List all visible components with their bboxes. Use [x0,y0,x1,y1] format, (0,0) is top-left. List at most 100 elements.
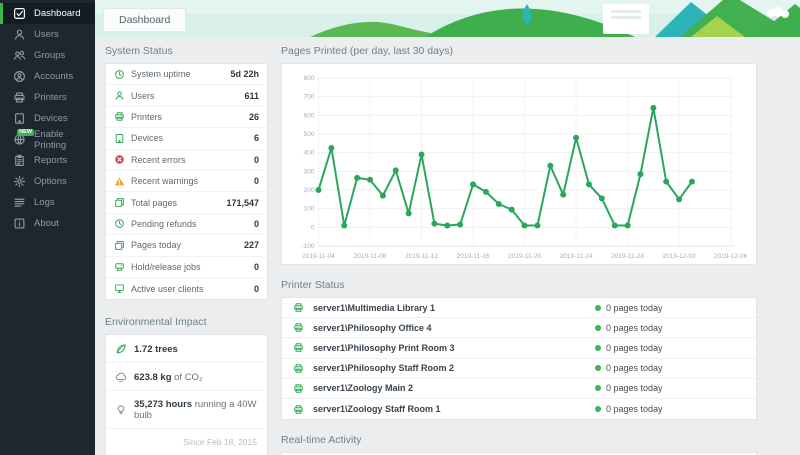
sidebar-item-users[interactable]: Users [0,24,95,45]
status-label: Users [131,90,155,101]
printer-pages-today: 0 pages today [606,383,663,394]
new-badge: NEW [17,129,34,136]
realtime-activity-heading: Real-time Activity [281,434,362,447]
printer-name: server1\Philosophy Print Room 3 [313,342,455,353]
sidebar-item-logs[interactable]: Logs [0,192,95,213]
printer-pages-today: 0 pages today [606,322,663,333]
devices-icon [15,113,24,124]
sidebar-item-label: Users [34,29,59,40]
svg-text:200: 200 [304,187,315,194]
svg-text:0: 0 [311,224,315,231]
sidebar-item-label: Devices [34,113,68,124]
accounts-icon [14,71,25,82]
error-icon [115,155,124,165]
status-value: 171,547 [226,197,259,208]
printer-row-server1-philosophy-print-room-3[interactable]: server1\Philosophy Print Room 3 0 pages t… [282,338,756,359]
printer-name: server1\Zoology Main 2 [313,383,414,394]
sidebar-item-label: Accounts [34,71,74,82]
logs-icon [14,198,25,207]
pages-icon [115,198,124,207]
status-value: 0 [253,218,259,229]
printer-row-server1-zoology-staff-room-1[interactable]: server1\Zoology Staff Room 1 0 pages toda… [282,399,756,419]
sidebar-item-options[interactable]: Options [0,171,95,192]
status-label: Devices [131,133,164,144]
clients-icon [115,284,124,293]
printer-name: server1\Multimedia Library 1 [313,302,436,313]
printer-online-dot [595,324,601,331]
status-row-printers: Printers 26 [106,107,267,129]
sidebar-item-dashboard[interactable]: Dashboard [0,3,95,24]
sidebar-item-groups[interactable]: Groups [0,45,95,66]
svg-text:2019-11-08: 2019-11-08 [354,253,387,260]
printer-pages-today: 0 pages today [606,302,663,313]
sidebar-item-about[interactable]: About [0,213,95,234]
status-value: 26 [248,111,259,122]
printer-row-server1-philosophy-staff-room-2[interactable]: server1\Philosophy Staff Room 2 0 pages t… [282,359,756,379]
printer-name: server1\Zoology Staff Room 1 [313,404,441,415]
printer-icon [294,323,303,333]
printer-icon [294,384,303,393]
printer-online-dot [595,365,601,372]
status-value: 0 [253,154,259,165]
svg-text:2019-11-20: 2019-11-20 [508,253,541,260]
tab-dashboard[interactable]: Dashboard [103,8,187,31]
env-row-1-72-trees: 1.72 trees [106,335,267,364]
sidebar-item-devices[interactable]: Devices [0,108,95,129]
sidebar-item-label: Logs [34,197,55,208]
status-label: Active user clients [131,283,204,294]
svg-text:700: 700 [304,94,315,101]
status-row-recent-errors: Recent errors 0 [106,150,267,171]
env-row-35-273-hours: 35,273 hours running a 40W bulb [106,391,267,430]
options-icon [13,175,26,188]
status-label: Pages today [131,240,182,251]
co2-icon [115,372,127,383]
sidebar-item-reports[interactable]: Reports [0,150,95,171]
left-column: System Status System uptime 5d 22h Users 61… [105,45,268,455]
svg-text:2019-11-04: 2019-11-04 [302,253,335,260]
device-icon [115,133,124,143]
uptime-clock-icon [115,69,124,79]
svg-text:2019-11-24: 2019-11-24 [560,253,593,260]
status-row-hold-release-jobs: Hold/release jobs 0 [106,257,267,278]
svg-text:800: 800 [304,75,315,82]
status-row-recent-warnings: Recent warnings 0 [106,171,267,193]
about-icon [14,218,25,229]
status-row-system-uptime: System uptime 5d 22h [106,64,267,86]
bulb-icon [117,405,125,415]
status-value: 0 [253,261,259,272]
svg-text:400: 400 [304,150,315,157]
printer-row-server1-zoology-main-2[interactable]: server1\Zoology Main 2 0 pages today [282,379,756,399]
pages-icon [115,240,124,250]
svg-text:600: 600 [304,112,315,119]
status-value: 6 [253,133,259,144]
sidebar-item-label: Groups [34,50,66,61]
printer-pages-today: 0 pages today [606,363,663,374]
pages-printed-line-chart: 800 700 600 500 400 300 200 100 0 -100 2019-11-04 2… [301,75,748,260]
main-content: System Status System uptime 5d 22h Users 61… [95,37,800,455]
sidebar-item-label: Reports [34,155,68,166]
env-row-623-8-kg: 623.8 kg of CO₂ [106,363,267,392]
sidebar-item-label: Enable Printing [34,128,67,151]
sidebar-item-printers[interactable]: Printers [0,87,95,108]
printer-row-server1-multimedia-library-1[interactable]: server1\Multimedia Library 1 0 pages toda… [282,298,756,319]
chart-heading: Pages Printed (per day, last 30 days) [281,45,453,57]
printer-online-dot [595,385,601,392]
status-label: Printers [131,111,163,122]
printer-row-server1-philosophy-office-4[interactable]: server1\Philosophy Office 4 0 pages today [282,318,756,339]
printer-icon [115,112,124,122]
printer-status-panel: server1\Multimedia Library 1 0 pages toda… [281,297,757,421]
status-row-devices: Devices 6 [106,128,267,150]
svg-text:2019-12-06: 2019-12-06 [714,253,748,260]
sidebar-item-accounts[interactable]: Accounts [0,66,95,87]
status-row-total-pages: Total pages 171,547 [106,192,267,214]
dashboard-icon [14,8,25,19]
printer-icon [294,303,303,312]
groups-icon [13,50,26,60]
env-text: 35,273 hours running a 40W bulb [134,399,257,422]
sidebar-item-enable-printing[interactable]: NEW Enable Printing [0,128,95,151]
status-row-users: Users 611 [106,85,267,107]
status-row-active-user-clients: Active user clients 0 [106,278,267,299]
environmental-impact-heading: Environmental Impact [105,316,207,329]
status-label: Hold/release jobs [131,261,201,272]
status-label: Pending refunds [131,218,197,229]
